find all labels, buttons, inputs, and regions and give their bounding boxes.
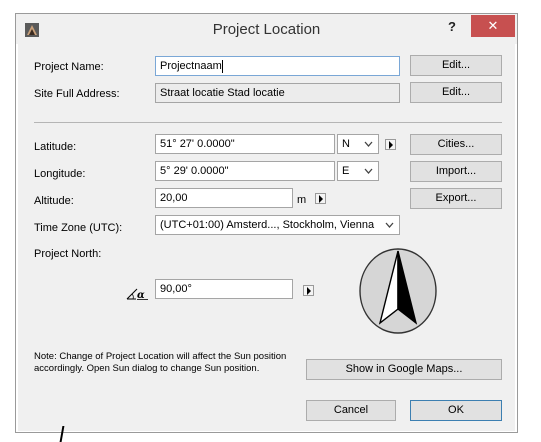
altitude-arrow-button[interactable] xyxy=(315,193,326,204)
ok-button[interactable]: OK xyxy=(410,400,502,421)
import-button[interactable]: Import... xyxy=(410,161,502,182)
latitude-arrow-button[interactable] xyxy=(385,139,396,150)
angle-symbol: α xyxy=(137,290,145,300)
sun-position-note: Note: Change of Project Location will af… xyxy=(34,351,287,374)
latitude-input[interactable]: 51° 27' 0.0000" xyxy=(155,134,335,154)
longitude-hemisphere-select[interactable]: E xyxy=(337,161,379,181)
chevron-down-icon xyxy=(364,141,373,147)
latitude-hemisphere-value: N xyxy=(342,138,350,150)
altitude-input[interactable]: 20,00 xyxy=(155,188,293,208)
time-zone-value: (UTC+01:00) Amsterd..., Stockholm, Vienn… xyxy=(160,219,375,231)
project-name-value: Projectnaam xyxy=(160,60,222,72)
latitude-hemisphere-select[interactable]: N xyxy=(337,134,379,154)
site-address-label: Site Full Address: xyxy=(34,88,120,100)
angle-icon: α xyxy=(126,288,148,300)
chevron-down-icon xyxy=(385,222,394,228)
text-caret xyxy=(221,59,223,73)
show-google-maps-button[interactable]: Show in Google Maps... xyxy=(306,359,502,380)
site-address-field: Straat locatie Stad locatie xyxy=(155,83,400,103)
altitude-unit: m xyxy=(297,194,307,206)
compass-north-arrow-icon[interactable] xyxy=(358,247,438,335)
play-arrow-icon xyxy=(389,141,393,149)
longitude-input[interactable]: 5° 29' 0.0000" xyxy=(155,161,335,181)
project-name-label: Project Name: xyxy=(34,61,104,73)
longitude-label: Longitude: xyxy=(34,168,86,180)
window-title: Project Location xyxy=(212,21,321,38)
project-north-label: Project North: xyxy=(34,248,102,260)
dialog-body: Project Name: Projectnaam Edit... Site F… xyxy=(18,44,515,431)
separator xyxy=(34,122,502,123)
play-arrow-icon xyxy=(319,195,323,203)
help-button[interactable]: ? xyxy=(448,19,456,34)
title-bar[interactable]: Project Location ? ✕ xyxy=(16,14,517,44)
time-zone-select[interactable]: (UTC+01:00) Amsterd..., Stockholm, Vienn… xyxy=(155,215,400,235)
altitude-label: Altitude: xyxy=(34,195,74,207)
export-button[interactable]: Export... xyxy=(410,188,502,209)
play-arrow-icon xyxy=(307,287,311,295)
project-north-arrow-button[interactable] xyxy=(303,285,314,296)
edit-project-name-button[interactable]: Edit... xyxy=(410,55,502,76)
close-button[interactable]: ✕ xyxy=(471,15,515,37)
project-north-input[interactable]: 90,00° xyxy=(155,279,293,299)
cancel-button[interactable]: Cancel xyxy=(306,400,396,421)
latitude-label: Latitude: xyxy=(34,141,77,153)
project-location-dialog: Project Location ? ✕ Project Name: Proje… xyxy=(15,13,518,433)
cities-button[interactable]: Cities... xyxy=(410,134,502,155)
chevron-down-icon xyxy=(364,168,373,174)
edit-site-address-button[interactable]: Edit... xyxy=(410,82,502,103)
longitude-hemisphere-value: E xyxy=(342,165,350,177)
time-zone-label: Time Zone (UTC): xyxy=(34,222,123,234)
project-name-input[interactable]: Projectnaam xyxy=(155,56,400,76)
